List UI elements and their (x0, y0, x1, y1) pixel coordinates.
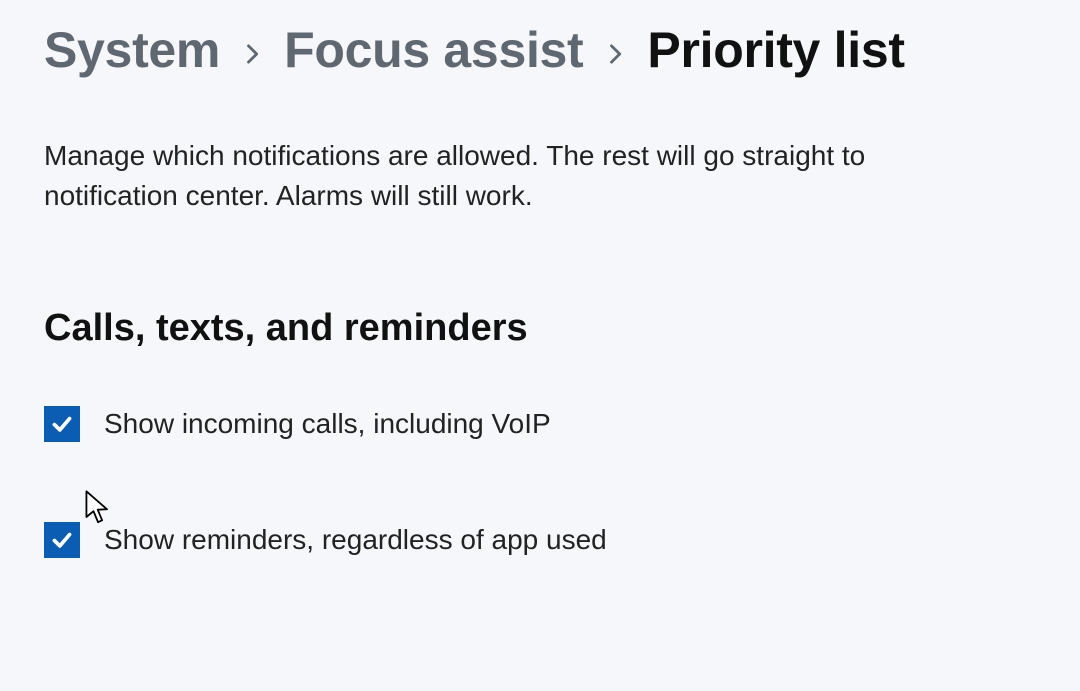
checkbox-row-show-reminders[interactable]: Show reminders, regardless of app used (44, 522, 1036, 558)
mouse-cursor-icon (84, 490, 112, 526)
checkbox-row-show-incoming-calls[interactable]: Show incoming calls, including VoIP (44, 406, 1036, 442)
checkbox-label: Show reminders, regardless of app used (104, 524, 607, 556)
breadcrumb-item-priority-list: Priority list (647, 22, 904, 80)
page-description: Manage which notifications are allowed. … (44, 136, 984, 217)
checkbox-checked-icon[interactable] (44, 522, 80, 558)
settings-page: System Focus assist Priority list Manage… (0, 0, 1080, 691)
checkbox-checked-icon[interactable] (44, 406, 80, 442)
breadcrumb-item-system[interactable]: System (44, 22, 220, 80)
checkbox-label: Show incoming calls, including VoIP (104, 408, 551, 440)
section-heading-calls-texts-reminders: Calls, texts, and reminders (44, 307, 1036, 350)
breadcrumb-item-focus-assist[interactable]: Focus assist (284, 22, 583, 80)
chevron-right-icon (601, 34, 629, 68)
chevron-right-icon (238, 34, 266, 68)
breadcrumb: System Focus assist Priority list (44, 22, 1036, 80)
